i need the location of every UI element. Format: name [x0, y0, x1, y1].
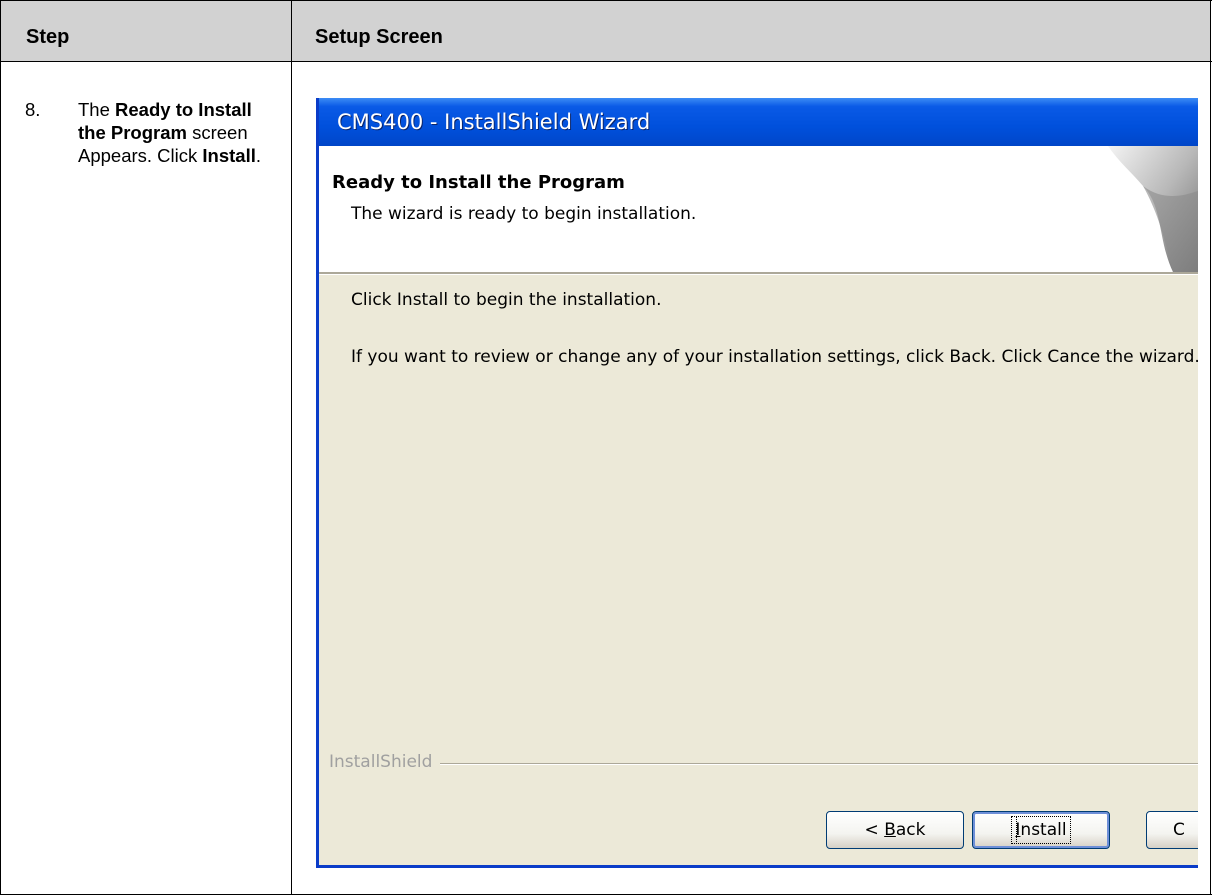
table-border-right	[1210, 0, 1211, 895]
footer-separator	[329, 763, 1198, 765]
back-button[interactable]: < Back	[826, 811, 964, 849]
header-setup-screen: Setup Screen	[315, 26, 443, 48]
install-button[interactable]: Install	[972, 811, 1110, 849]
table-border-top	[0, 0, 1212, 1]
step-text-part: .	[255, 145, 262, 166]
install-button-label: Install	[1011, 816, 1071, 844]
banner-separator	[319, 272, 1198, 275]
cancel-button[interactable]: C	[1146, 811, 1198, 849]
header-setup-screen-cell: Setup Screen	[292, 1, 1210, 61]
wizard-instruction: Click Install to begin the installation.	[351, 290, 662, 310]
wizard-page-title: Ready to Install the Program	[332, 172, 625, 193]
page-curl-icon	[1108, 146, 1198, 272]
wizard-review-note: If you want to review or change any of y…	[351, 347, 1198, 367]
table-border-header	[0, 61, 1212, 62]
wizard-title: CMS400 - InstallShield Wizard	[337, 110, 651, 134]
wizard-page-subtitle: The wizard is ready to begin installatio…	[351, 204, 697, 224]
table-border-left	[0, 0, 1, 895]
step-text-button-name: Install	[202, 145, 256, 166]
table-border-middle	[291, 0, 292, 895]
cancel-button-label: C	[1173, 820, 1185, 840]
header-step: Step	[26, 26, 70, 48]
step-number: 8.	[25, 99, 41, 120]
step-description: The Ready to Install the Program screen …	[78, 98, 268, 167]
installshield-brand: InstallShield	[329, 752, 441, 772]
back-button-label: < Back	[864, 820, 926, 840]
wizard-title-bar[interactable]: CMS400 - InstallShield Wizard	[319, 98, 1198, 146]
step-table: Step Setup Screen 8. The Ready to Instal…	[0, 0, 1212, 895]
step-text-part: The	[78, 99, 116, 120]
header-step-cell: Step	[1, 1, 291, 61]
installshield-wizard-window: CMS400 - InstallShield Wizard Ready to I…	[316, 98, 1198, 868]
